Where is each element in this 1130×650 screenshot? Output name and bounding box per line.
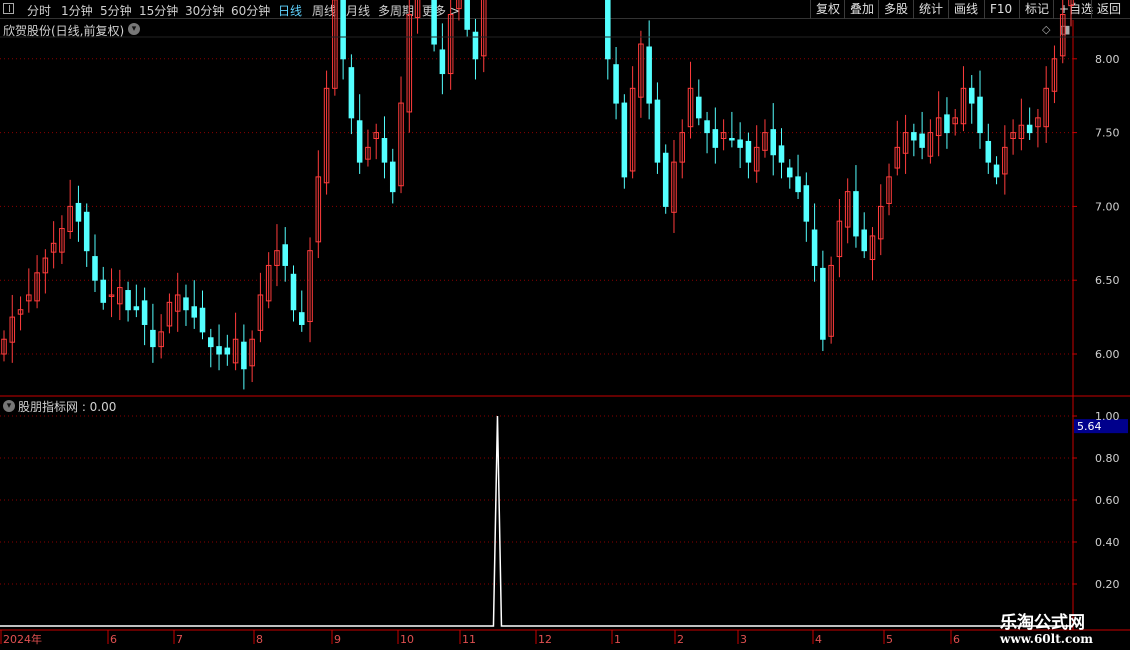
indicator-series: [0, 415, 1073, 627]
candle-body: [787, 167, 793, 178]
candle-body: [977, 96, 983, 134]
candle-body: [737, 139, 743, 148]
candle-body: [985, 140, 992, 163]
price-gridlines: [0, 58, 1073, 355]
candle-body: [141, 300, 148, 325]
x-tick-label: 7: [176, 633, 183, 646]
candle-body: [381, 138, 388, 163]
indicator-tick-label: 0.80: [1095, 452, 1120, 465]
candle-body: [613, 64, 619, 104]
candle-body: [356, 120, 363, 163]
candle-body: [795, 176, 801, 193]
candle-body: [778, 145, 785, 163]
indicator-tick-label: 0.20: [1095, 578, 1120, 591]
candle-body: [348, 67, 355, 119]
price-tick-label: 6.50: [1095, 274, 1120, 287]
x-tick-label: 3: [740, 633, 747, 646]
stock-chart: 6.006.507.007.508.008.509.009.5010.000.2…: [0, 0, 1130, 646]
watermark-url: www.60lt.com: [1000, 632, 1093, 646]
x-tick-label: 1: [614, 633, 621, 646]
candle-body: [968, 87, 975, 104]
candle-body: [340, 0, 346, 60]
candle-body: [993, 164, 1000, 178]
candle-body: [224, 347, 231, 355]
x-tick-label: 10: [400, 633, 414, 646]
candle-body: [646, 46, 652, 104]
price-tick-label: 8.00: [1095, 53, 1120, 66]
x-tick-label: 9: [334, 633, 341, 646]
candle-body: [696, 96, 702, 119]
candle-body: [199, 307, 206, 333]
indicator-gridlines: [0, 415, 1073, 585]
candle-body: [770, 129, 777, 156]
candle-body: [861, 229, 867, 252]
candle-body: [298, 312, 305, 325]
x-tick-label: 6: [110, 633, 117, 646]
candle-body: [92, 256, 98, 281]
candle-body: [621, 102, 628, 178]
candle-body: [191, 306, 198, 318]
x-tick-label: 12: [538, 633, 552, 646]
price-tick-label: 7.00: [1095, 200, 1120, 213]
candle-body: [290, 273, 297, 311]
candle-body: [150, 329, 156, 348]
last-price-label: 5.64: [1077, 420, 1102, 433]
candle-body: [1026, 124, 1033, 134]
x-tick-label: 2: [677, 633, 684, 646]
candle-body: [83, 211, 90, 252]
candle-body: [803, 185, 810, 222]
candle-body: [811, 229, 818, 266]
price-tick-label: 6.00: [1095, 348, 1120, 361]
candle-body: [820, 267, 826, 340]
x-tick-label: 4: [815, 633, 822, 646]
candle-body: [654, 99, 661, 163]
candle-body: [911, 132, 917, 141]
candle-body: [944, 114, 950, 134]
x-tick-label: 8: [256, 633, 263, 646]
candle-body: [133, 306, 140, 311]
candle-body: [125, 290, 131, 311]
price-tick-label: 7.50: [1095, 127, 1120, 140]
indicator-line: [0, 415, 1073, 627]
candle-body: [472, 31, 479, 60]
candle-body: [439, 49, 446, 75]
candle-body: [241, 341, 247, 370]
candle-body: [745, 140, 752, 163]
candle-body: [853, 191, 859, 237]
candle-body: [282, 244, 288, 266]
indicator-title: 股朋指标网 : 0.00: [18, 400, 117, 414]
candle-body: [208, 337, 214, 348]
candle-body: [389, 161, 396, 193]
indicator-tick-label: 0.40: [1095, 536, 1120, 549]
candle-body: [605, 0, 611, 60]
indicator-chevron-icon[interactable]: ▾: [3, 400, 15, 412]
x-tick-label: 5: [886, 633, 893, 646]
x-tick-label: 11: [462, 633, 476, 646]
candle-body: [662, 152, 669, 207]
candle-body: [919, 133, 925, 148]
candle-body: [100, 279, 107, 303]
candle-body: [464, 0, 470, 30]
x-tick-label: 6: [953, 633, 960, 646]
watermark-logo: 乐淘公式网: [1000, 613, 1085, 633]
candle-body: [75, 202, 82, 222]
x-tick-label: 2024年: [3, 632, 42, 646]
candle-body: [183, 297, 189, 311]
candle-body: [704, 120, 710, 134]
indicator-tick-label: 0.60: [1095, 494, 1120, 507]
candle-body: [216, 346, 222, 355]
candle-body: [729, 138, 735, 141]
candle-body: [712, 129, 719, 148]
